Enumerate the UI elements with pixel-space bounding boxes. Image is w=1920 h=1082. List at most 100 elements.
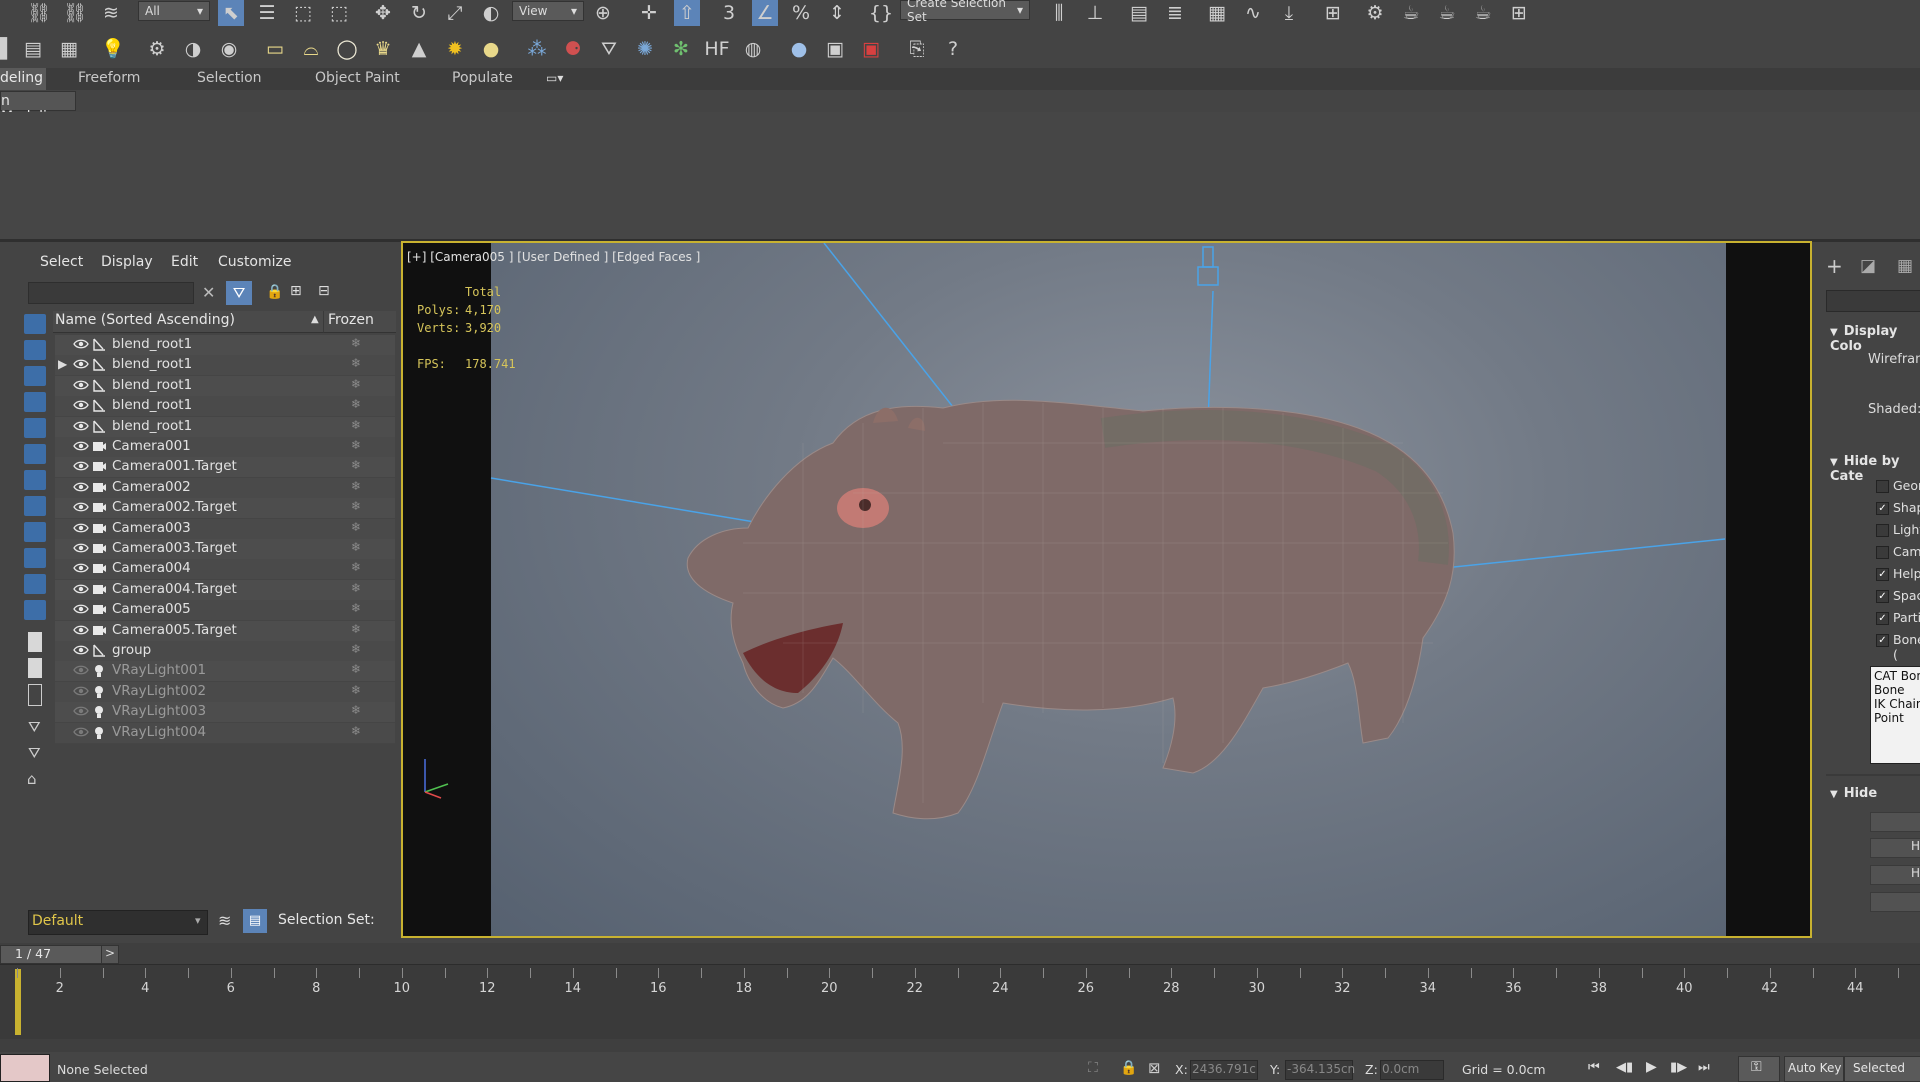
freeze-icon[interactable]: ❄	[351, 703, 361, 717]
table-row[interactable]: Camera003.Target ❄	[55, 539, 395, 560]
tab-selection[interactable]: Selection	[197, 70, 262, 86]
sphere-light-icon[interactable]: ◯	[334, 36, 360, 62]
percent-snap-icon[interactable]: %	[788, 0, 814, 26]
category-checkbox[interactable]	[1876, 524, 1889, 537]
display-cameras-icon[interactable]	[24, 392, 46, 412]
expand-arrow-icon[interactable]: ▶	[58, 357, 67, 371]
freeze-icon[interactable]: ❄	[351, 499, 361, 513]
clipper-icon[interactable]: ◍	[740, 36, 766, 62]
hide-by-hit-button[interactable]	[1870, 892, 1920, 912]
vfb-icon[interactable]: ▣	[822, 36, 848, 62]
display-none-icon[interactable]	[28, 658, 42, 678]
visibility-eye-icon[interactable]	[73, 582, 89, 596]
command-panel-field[interactable]	[1826, 290, 1920, 312]
explorer-menu-customize[interactable]: Customize	[218, 254, 292, 270]
table-row[interactable]: VRayLight001 ❄	[55, 661, 395, 683]
freeze-icon[interactable]: ❄	[351, 642, 361, 656]
play-icon[interactable]: ▶	[1646, 1059, 1657, 1075]
visibility-eye-icon[interactable]	[73, 623, 89, 637]
freeze-icon[interactable]: ❄	[351, 540, 361, 554]
table-row[interactable]: group ❄	[55, 641, 395, 662]
toggle-ribbon-icon[interactable]: ▦	[1204, 0, 1230, 26]
hide-selected-button[interactable]	[1870, 812, 1920, 832]
table-row[interactable]: blend_root1 ❄	[55, 355, 395, 377]
visibility-eye-icon[interactable]	[73, 704, 89, 718]
hierarchy-tab-icon[interactable]: ▦	[1897, 256, 1913, 276]
visibility-eye-icon[interactable]	[73, 541, 89, 555]
previous-frame-icon[interactable]: ◀▮	[1616, 1060, 1633, 1075]
table-row[interactable]: Camera002 ❄	[55, 477, 395, 499]
absolute-mode-icon[interactable]: ⊠	[1148, 1059, 1161, 1077]
export-icon[interactable]: ⎘	[904, 36, 930, 62]
reference-coordinate-dropdown[interactable]: View ▾	[512, 1, 584, 21]
category-checkbox[interactable]: ✓	[1876, 612, 1889, 625]
list-item[interactable]: IK Chain	[1874, 697, 1920, 711]
table-panel-icon[interactable]: ▦	[56, 36, 82, 62]
category-checkbox[interactable]: ✓	[1876, 634, 1889, 647]
table-row[interactable]: blend_root1 ❄	[55, 335, 395, 356]
ribbon-subtab[interactable]: n Modeling	[0, 91, 76, 125]
render-setup-icon[interactable]: ⚙	[1362, 0, 1388, 26]
table-row[interactable]: blend_root1 ❄	[55, 375, 395, 397]
schematic-view-icon[interactable]: ⤓	[1276, 0, 1302, 26]
grid-layout-icon[interactable]: ⊞	[1506, 0, 1532, 26]
z-coordinate-field[interactable]: 0.0cm	[1380, 1060, 1444, 1080]
fur-icon[interactable]: ⚈	[560, 36, 586, 62]
visibility-eye-icon[interactable]	[73, 561, 89, 575]
display-bones-icon[interactable]	[24, 522, 46, 542]
viewport[interactable]: [+] [Camera005 ] [User Defined ] [Edged …	[401, 241, 1812, 938]
visibility-eye-icon[interactable]	[73, 643, 89, 657]
display-shapes-icon[interactable]	[24, 340, 46, 360]
container-icon[interactable]: ⌂	[27, 770, 37, 788]
visibility-eye-icon[interactable]	[73, 480, 89, 494]
display-geometry-icon[interactable]	[24, 314, 46, 334]
visibility-eye-icon[interactable]	[73, 663, 89, 677]
material-sphere-icon[interactable]: ●	[786, 36, 812, 62]
named-selection-set-dropdown[interactable]: Create Selection Set ▾	[900, 0, 1030, 24]
list-item[interactable]: Point	[1874, 711, 1904, 725]
mesh-light-icon[interactable]: ♛	[370, 36, 396, 62]
freeze-icon[interactable]: ❄	[351, 458, 361, 472]
table-row[interactable]: Camera005.Target ❄	[55, 620, 395, 642]
move-icon[interactable]: ✥	[370, 0, 396, 26]
next-frame-button[interactable]: >	[101, 945, 119, 964]
explorer-menu-display[interactable]: Display	[101, 254, 153, 270]
list-panel-icon[interactable]: ▤	[20, 36, 46, 62]
display-color-rollout[interactable]: ▼ Display Colo	[1830, 324, 1920, 354]
list-item[interactable]: Bone	[1874, 683, 1905, 697]
filter-icon[interactable]: ⛛	[226, 281, 252, 305]
freeze-icon[interactable]: ❄	[351, 397, 361, 411]
next-frame-icon[interactable]: ▮▶	[1670, 1060, 1687, 1075]
bind-space-warp-icon[interactable]: ≋	[98, 0, 124, 26]
table-row[interactable]: Camera005 ❄	[55, 600, 395, 622]
render-production-icon[interactable]: ☕	[1434, 0, 1460, 26]
align-icon[interactable]: ⊥	[1082, 0, 1108, 26]
modify-tab-icon[interactable]: ◪	[1860, 256, 1876, 276]
explorer-menu-edit[interactable]: Edit	[171, 254, 198, 270]
go-to-end-icon[interactable]: ⏭	[1698, 1060, 1710, 1075]
category-list[interactable]: CAT Bon Bone IK Chain Point	[1870, 666, 1920, 764]
visibility-eye-icon[interactable]	[73, 500, 89, 514]
scene-explorer-icon[interactable]: ▤	[1126, 0, 1152, 26]
snaps-toggle-icon[interactable]: 3	[716, 0, 742, 26]
freeze-icon[interactable]: ❄	[351, 418, 361, 432]
mirror-icon[interactable]: ⫼	[1046, 0, 1072, 26]
category-checkbox[interactable]	[1876, 546, 1889, 559]
keyboard-shortcut-override-icon[interactable]: ⇧	[674, 0, 700, 26]
select-all-icon[interactable]: ⛛	[28, 718, 41, 736]
visibility-eye-icon[interactable]	[73, 378, 89, 392]
table-row[interactable]: blend_root1 ❄	[55, 416, 395, 438]
display-groups-icon[interactable]	[24, 470, 46, 490]
placement-icon[interactable]: ◐	[478, 0, 504, 26]
hide-rollout[interactable]: ▼ Hide	[1830, 786, 1877, 801]
select-by-name-icon[interactable]: ☰	[254, 0, 280, 26]
trackbar[interactable]	[0, 964, 1920, 1039]
explorer-menu-select[interactable]: Select	[40, 254, 83, 270]
proxy-icon[interactable]: ⁂	[524, 36, 550, 62]
explorer-search-input[interactable]	[28, 282, 194, 304]
scale-icon[interactable]: ⤢	[442, 0, 468, 26]
visibility-eye-icon[interactable]	[73, 602, 89, 616]
selection-lock-icon[interactable]: 🔒	[1120, 1060, 1137, 1076]
freeze-icon[interactable]: ❄	[351, 356, 361, 370]
visibility-eye-icon[interactable]	[73, 439, 89, 453]
